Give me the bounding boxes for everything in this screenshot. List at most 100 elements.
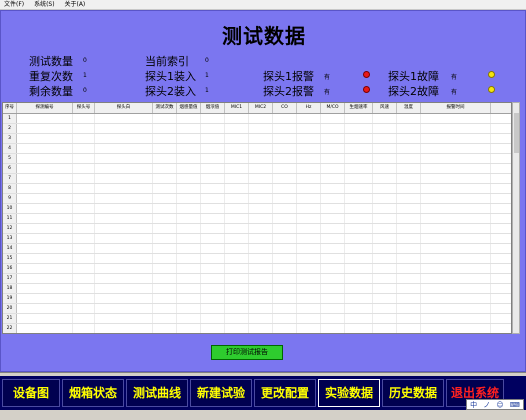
table-cell[interactable] <box>73 174 95 183</box>
table-cell[interactable] <box>225 274 249 283</box>
table-cell[interactable] <box>201 124 225 133</box>
table-cell[interactable] <box>273 144 297 153</box>
table-cell[interactable] <box>345 144 373 153</box>
table-cell[interactable] <box>177 174 201 183</box>
table-cell[interactable] <box>345 284 373 293</box>
table-cell[interactable] <box>345 294 373 303</box>
ime-keyboard-icon[interactable]: ⌨ <box>510 401 520 409</box>
table-cell[interactable] <box>73 264 95 273</box>
nav-smoke-box-status-button[interactable]: 烟箱状态 <box>62 379 124 407</box>
table-cell[interactable] <box>273 214 297 223</box>
table-cell[interactable] <box>17 244 73 253</box>
table-cell[interactable] <box>177 204 201 213</box>
table-cell[interactable] <box>249 194 273 203</box>
table-row[interactable]: 11 <box>3 214 511 224</box>
table-cell[interactable] <box>225 284 249 293</box>
table-header-cell[interactable]: MIC1 <box>225 103 249 113</box>
table-row[interactable]: 9 <box>3 194 511 204</box>
table-header-cell[interactable]: 测试次数 <box>153 103 177 113</box>
table-cell[interactable] <box>17 164 73 173</box>
table-cell[interactable] <box>273 234 297 243</box>
table-cell[interactable] <box>73 224 95 233</box>
table-cell[interactable] <box>17 294 73 303</box>
table-cell[interactable] <box>249 324 273 333</box>
table-cell[interactable] <box>421 294 491 303</box>
table-cell[interactable] <box>153 164 177 173</box>
table-cell[interactable] <box>397 324 421 333</box>
table-header-cell[interactable]: M/CO <box>321 103 345 113</box>
table-cell[interactable] <box>373 214 397 223</box>
table-cell[interactable] <box>373 304 397 313</box>
table-cell[interactable] <box>297 134 321 143</box>
table-cell[interactable] <box>421 224 491 233</box>
table-cell[interactable] <box>17 204 73 213</box>
table-cell[interactable] <box>153 204 177 213</box>
table-cell[interactable] <box>373 294 397 303</box>
table-cell[interactable] <box>73 194 95 203</box>
table-cell[interactable] <box>95 214 153 223</box>
table-cell[interactable] <box>421 194 491 203</box>
table-cell[interactable] <box>225 204 249 213</box>
table-cell[interactable] <box>273 164 297 173</box>
table-cell[interactable] <box>249 154 273 163</box>
table-cell[interactable] <box>321 174 345 183</box>
table-row[interactable]: 4 <box>3 144 511 154</box>
table-cell[interactable] <box>177 114 201 123</box>
table-row[interactable]: 17 <box>3 274 511 284</box>
table-cell[interactable] <box>397 224 421 233</box>
table-cell[interactable] <box>225 244 249 253</box>
table-cell[interactable] <box>373 134 397 143</box>
table-cell[interactable] <box>297 124 321 133</box>
table-cell[interactable] <box>201 224 225 233</box>
table-row[interactable]: 21 <box>3 314 511 324</box>
table-cell[interactable] <box>225 234 249 243</box>
table-cell[interactable] <box>273 114 297 123</box>
table-cell[interactable] <box>225 194 249 203</box>
table-cell[interactable] <box>321 164 345 173</box>
table-cell[interactable] <box>345 124 373 133</box>
table-cell[interactable] <box>249 164 273 173</box>
table-cell[interactable] <box>421 214 491 223</box>
table-cell[interactable] <box>421 284 491 293</box>
table-cell[interactable] <box>177 314 201 323</box>
table-cell[interactable] <box>321 304 345 313</box>
table-cell[interactable] <box>225 134 249 143</box>
table-cell[interactable] <box>95 224 153 233</box>
table-row[interactable]: 20 <box>3 304 511 314</box>
table-row[interactable]: 1 <box>3 114 511 124</box>
table-cell[interactable] <box>421 154 491 163</box>
table-cell[interactable] <box>373 184 397 193</box>
table-cell[interactable] <box>73 114 95 123</box>
table-cell[interactable] <box>297 184 321 193</box>
table-cell[interactable] <box>297 254 321 263</box>
table-cell[interactable] <box>421 184 491 193</box>
table-cell[interactable] <box>421 324 491 333</box>
table-cell[interactable] <box>297 144 321 153</box>
table-cell[interactable] <box>421 134 491 143</box>
table-cell[interactable] <box>249 294 273 303</box>
table-cell[interactable] <box>273 314 297 323</box>
table-row[interactable]: 2 <box>3 124 511 134</box>
table-cell[interactable] <box>201 294 225 303</box>
table-cell[interactable] <box>177 234 201 243</box>
table-cell[interactable] <box>345 264 373 273</box>
table-cell[interactable] <box>273 224 297 233</box>
table-cell[interactable] <box>225 124 249 133</box>
table-header-cell[interactable]: CO <box>273 103 297 113</box>
table-cell[interactable] <box>73 234 95 243</box>
menu-about[interactable]: 关于(A) <box>60 0 89 9</box>
table-cell[interactable] <box>95 184 153 193</box>
table-cell[interactable] <box>397 174 421 183</box>
table-cell[interactable] <box>73 284 95 293</box>
table-cell[interactable] <box>153 294 177 303</box>
table-cell[interactable] <box>201 274 225 283</box>
table-cell[interactable] <box>397 134 421 143</box>
table-cell[interactable] <box>297 294 321 303</box>
table-cell[interactable] <box>297 324 321 333</box>
table-cell[interactable] <box>153 244 177 253</box>
table-cell[interactable] <box>297 244 321 253</box>
table-cell[interactable] <box>373 224 397 233</box>
table-cell[interactable] <box>421 164 491 173</box>
table-cell[interactable] <box>421 304 491 313</box>
table-cell[interactable] <box>177 224 201 233</box>
